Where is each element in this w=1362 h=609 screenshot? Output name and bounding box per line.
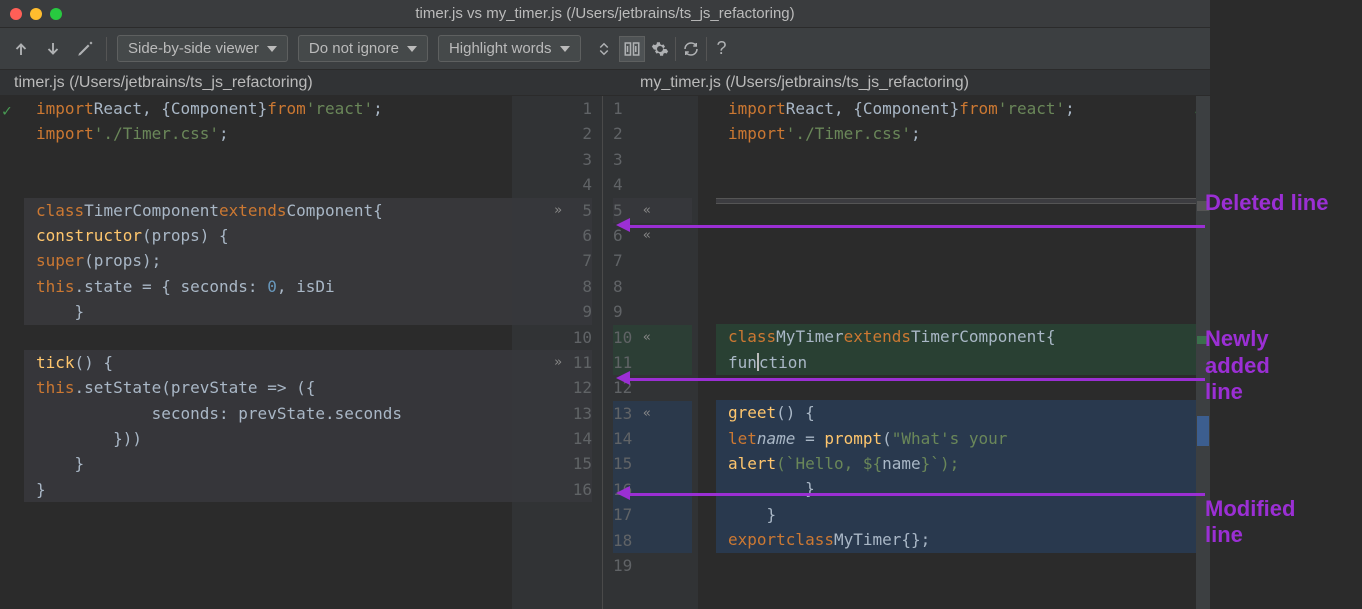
code-line <box>716 248 1210 273</box>
apply-left-icon[interactable]: « <box>643 325 651 350</box>
code-line <box>716 147 1210 172</box>
divider <box>706 37 707 61</box>
annotation-arrow-modified <box>625 493 1205 496</box>
code-line: import './Timer.css'; <box>716 121 1210 146</box>
code-line: this.setState(prevState => ({ <box>24 375 512 400</box>
divider <box>675 37 676 61</box>
viewer-mode-label: Side-by-side viewer <box>128 40 259 57</box>
apply-left-icon[interactable]: « <box>643 198 651 223</box>
highlight-label: Highlight words <box>449 40 552 57</box>
code-line: let name = prompt("What's your <box>716 426 1210 451</box>
diff-toolbar: Side-by-side viewer Do not ignore Highli… <box>0 28 1210 70</box>
code-line: class TimerComponent extends Component { <box>24 198 512 223</box>
code-line: alert(`Hello, ${name}`); <box>716 451 1210 476</box>
code-line: } <box>716 502 1210 527</box>
code-line: export class MyTimer{}; <box>716 527 1210 552</box>
annotation-arrowhead <box>616 218 630 232</box>
chevron-down-icon <box>560 46 570 52</box>
minimize-button[interactable] <box>30 8 42 20</box>
code-line: } <box>716 476 1210 501</box>
close-button[interactable] <box>10 8 22 20</box>
chevron-down-icon <box>407 46 417 52</box>
annotation-arrow-deleted <box>625 225 1205 228</box>
settings-icon[interactable] <box>647 36 673 62</box>
gutter-area: 1 2 3 4 »5 6 7 8 9 10 »11 12 13 14 15 16… <box>512 96 698 609</box>
file-headers: timer.js (/Users/jetbrains/ts_js_refacto… <box>0 70 1210 96</box>
code-line <box>24 147 512 172</box>
code-line <box>716 299 1210 324</box>
code-line <box>716 204 1210 223</box>
code-line: super(props); <box>24 248 512 273</box>
annotation-modified: Modified line <box>1205 496 1328 549</box>
left-file-header: timer.js (/Users/jetbrains/ts_js_refacto… <box>0 70 512 95</box>
code-line: })) <box>24 426 512 451</box>
apply-left-icon[interactable]: « <box>643 401 651 426</box>
diff-body: ✓ import React, {Component} from 'react'… <box>0 96 1210 609</box>
annotation-deleted: Deleted line <box>1205 190 1328 216</box>
code-line: } <box>24 451 512 476</box>
refresh-icon[interactable] <box>678 36 704 62</box>
code-line: seconds: prevState.seconds <box>24 401 512 426</box>
sync-scroll-icon[interactable] <box>619 36 645 62</box>
window-controls <box>10 8 62 20</box>
annotations-panel: Deleted line Newly added line Modified l… <box>1205 190 1328 548</box>
code-line: function <box>716 350 1210 375</box>
maximize-button[interactable] <box>50 8 62 20</box>
apply-right-icon[interactable]: » <box>554 198 562 223</box>
ignore-label: Do not ignore <box>309 40 399 57</box>
code-line: greet() { <box>716 400 1210 425</box>
right-gutter: 1 2 3 4 5« 6« 7 8 9 10« 11 12 13« 14 15 … <box>602 96 692 609</box>
diff-window: timer.js vs my_timer.js (/Users/jetbrain… <box>0 0 1210 609</box>
titlebar: timer.js vs my_timer.js (/Users/jetbrain… <box>0 0 1210 28</box>
code-line: class MyTimer extends TimerComponent { <box>716 324 1210 349</box>
code-line: import React, {Component} from 'react'; <box>24 96 512 121</box>
collapse-icon[interactable] <box>591 36 617 62</box>
code-line <box>24 325 512 350</box>
help-icon[interactable]: ? <box>709 36 735 62</box>
left-gutter: 1 2 3 4 »5 6 7 8 9 10 »11 12 13 14 15 16 <box>512 96 602 609</box>
check-icon: ✓ <box>2 98 12 123</box>
viewer-mode-dropdown[interactable]: Side-by-side viewer <box>117 35 288 62</box>
window-title: timer.js vs my_timer.js (/Users/jetbrain… <box>10 5 1200 22</box>
code-line <box>716 172 1210 197</box>
right-editor-pane[interactable]: import React, {Component} from 'react'; … <box>698 96 1210 609</box>
code-line <box>716 273 1210 298</box>
left-editor-pane[interactable]: ✓ import React, {Component} from 'react'… <box>0 96 512 609</box>
code-line: import React, {Component} from 'react'; <box>716 96 1210 121</box>
prev-diff-icon[interactable] <box>10 38 32 60</box>
code-line: import './Timer.css'; <box>24 121 512 146</box>
annotation-arrow-added <box>625 378 1205 381</box>
code-line <box>24 172 512 197</box>
annotation-arrowhead <box>616 371 630 385</box>
code-line: tick() { <box>24 350 512 375</box>
code-line: constructor(props) { <box>24 223 512 248</box>
highlight-dropdown[interactable]: Highlight words <box>438 35 581 62</box>
right-file-header: my_timer.js (/Users/jetbrains/ts_js_refa… <box>612 70 1210 95</box>
annotation-added: Newly added line <box>1205 326 1328 405</box>
divider <box>106 37 107 61</box>
code-line: } <box>24 477 512 502</box>
chevron-down-icon <box>267 46 277 52</box>
code-line <box>716 553 1210 578</box>
code-line: this.state = { seconds: 0, isDi <box>24 274 512 299</box>
edit-icon[interactable] <box>74 38 96 60</box>
ignore-dropdown[interactable]: Do not ignore <box>298 35 428 62</box>
annotation-arrowhead <box>616 486 630 500</box>
apply-right-icon[interactable]: » <box>554 350 562 375</box>
next-diff-icon[interactable] <box>42 38 64 60</box>
code-line: } <box>24 299 512 324</box>
